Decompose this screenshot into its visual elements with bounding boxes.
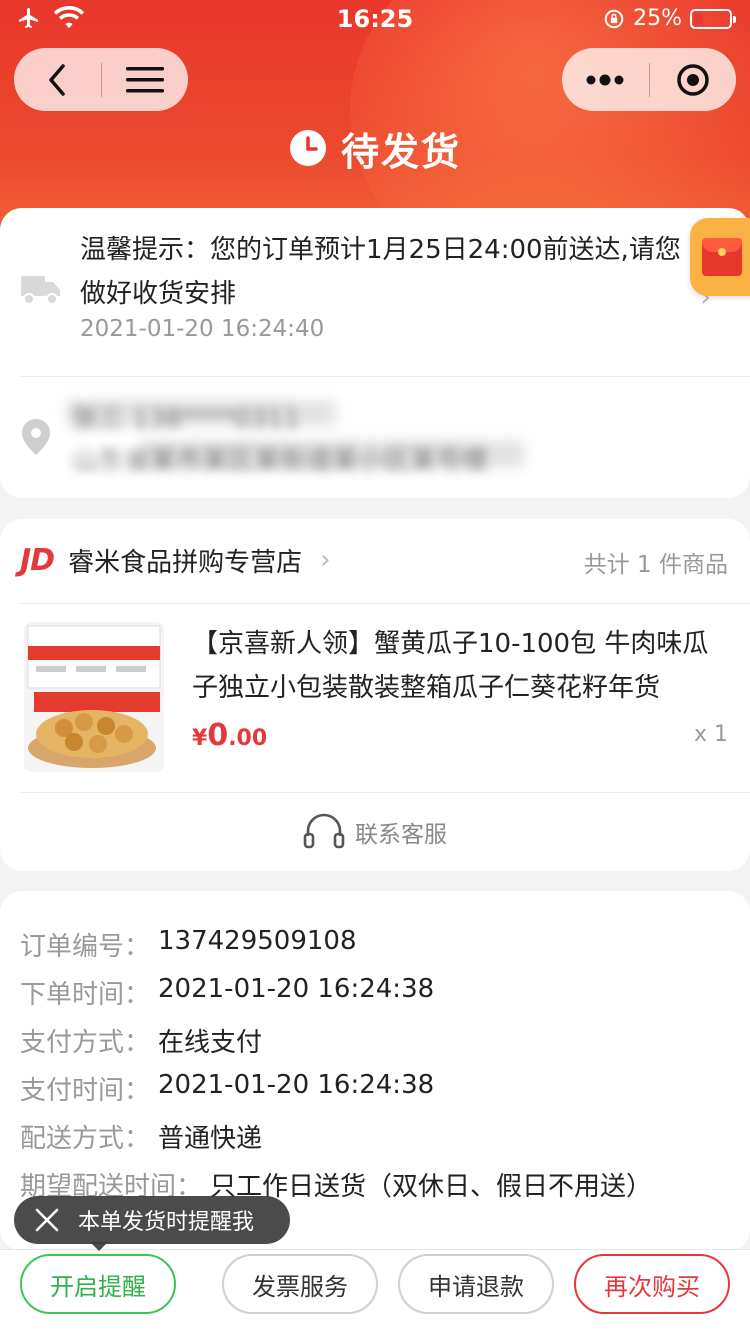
status-right: 25% — [603, 6, 736, 31]
more-button[interactable] — [562, 48, 649, 111]
product-price: ¥0.00 — [192, 718, 267, 753]
price-currency: ¥ — [192, 726, 208, 751]
order-info-row: 订单编号： 137429509108 — [20, 926, 357, 963]
status-bar: 16:25 25% — [0, 0, 750, 42]
invoice-service-button[interactable]: 发票服务 — [222, 1254, 378, 1314]
order-info-label: 配送方式： — [20, 1124, 151, 1154]
location-pin-icon — [20, 418, 52, 460]
order-info-row: 支付方式： 在线支付 — [20, 1022, 262, 1059]
nav-capsule-left — [14, 48, 188, 111]
order-info-row: 下单时间： 2021-01-20 16:24:38 — [20, 974, 434, 1011]
divider — [20, 792, 750, 793]
delivery-notice-text: 温馨提示：您的订单预计1月25日24:00前送达,请您做好收货安排 — [80, 235, 681, 309]
order-info-value: 2021-01-20 16:24:38 — [158, 974, 435, 1004]
order-info-row: 支付时间： 2021-01-20 16:24:38 — [20, 1070, 434, 1107]
order-info-row: 配送方式： 普通快递 — [20, 1118, 262, 1155]
chevron-left-icon — [49, 63, 65, 96]
target-icon — [677, 63, 709, 96]
divider — [20, 603, 750, 604]
order-info-value: 在线支付 — [158, 1028, 263, 1058]
tooltip-tail — [90, 1242, 108, 1251]
receiver-info[interactable]: 张三 138****0311 — [72, 398, 300, 435]
order-detail-page: 16:25 25% 待发货 温馨提示：您的订单预计1月25日24:00前送达,请… — [0, 0, 750, 1334]
product-image[interactable] — [24, 622, 164, 772]
more-dots-icon — [586, 74, 624, 85]
back-button[interactable] — [14, 48, 101, 111]
red-envelope-icon — [702, 238, 742, 276]
rotation-lock-icon — [604, 9, 624, 28]
chevron-right-icon: › — [320, 545, 331, 575]
divider — [20, 376, 750, 377]
order-info-value: 2021-01-20 16:24:38 — [158, 1070, 435, 1100]
receiver-address[interactable]: 山东省某市某区某街道某小区某号楼 — [72, 440, 488, 477]
battery-percent: 25% — [633, 6, 682, 31]
product-title[interactable]: 【京喜新人领】蟹黄瓜子10-100包 牛肉味瓜子独立小包装散装整箱瓜子仁葵花籽年… — [192, 622, 727, 710]
clock-icon — [289, 130, 326, 166]
request-refund-button[interactable]: 申请退款 — [398, 1254, 554, 1314]
order-info-label: 支付时间： — [20, 1076, 151, 1106]
buy-again-button[interactable]: 再次购买 — [574, 1254, 730, 1314]
price-integer: 0 — [207, 718, 229, 753]
headset-icon — [303, 813, 345, 849]
shop-name: 睿米食品拼购专营店 — [68, 547, 303, 578]
order-info-label: 订单编号： — [20, 932, 151, 962]
price-decimal: .00 — [228, 726, 268, 751]
hamburger-icon — [125, 66, 164, 92]
nav-capsule-right — [562, 48, 736, 111]
order-info-value: 普通快递 — [158, 1124, 263, 1154]
jd-logo: JD — [20, 542, 55, 578]
contact-service-button[interactable]: 联系客服 — [0, 800, 750, 864]
order-info-value: 137429509108 — [158, 926, 357, 956]
page-title: 待发货 — [340, 129, 461, 174]
menu-button[interactable] — [102, 48, 189, 111]
truck-icon — [20, 270, 62, 310]
reminder-tooltip-text: 本单发货时提醒我 — [78, 1210, 255, 1235]
close-miniprogram-button[interactable] — [650, 48, 737, 111]
contact-service-label: 联系客服 — [355, 822, 447, 848]
enable-reminder-button[interactable]: 开启提醒 — [20, 1254, 176, 1314]
red-packet-float-button[interactable] — [690, 218, 750, 296]
reminder-tooltip: 本单发货时提醒我 — [14, 1196, 290, 1244]
delivery-notice-time: 2021-01-20 16:24:40 — [80, 316, 325, 342]
item-count: 共计 1 件商品 — [583, 552, 728, 578]
product-quantity: x 1 — [693, 722, 728, 747]
battery-icon — [690, 8, 736, 29]
order-info-label: 支付方式： — [20, 1028, 151, 1058]
order-info-label: 下单时间： — [20, 980, 151, 1010]
close-icon[interactable] — [32, 1205, 62, 1235]
status-title-row: 待发货 — [0, 120, 750, 176]
